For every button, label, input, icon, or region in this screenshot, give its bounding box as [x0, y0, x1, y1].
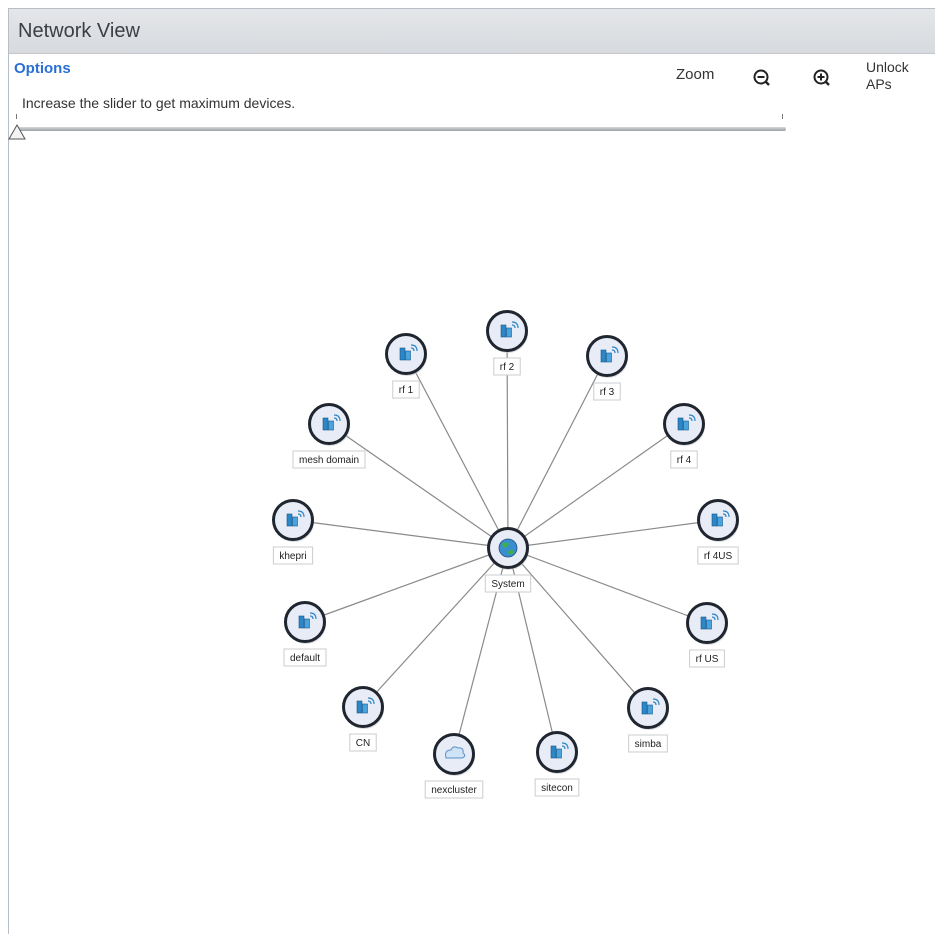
node-label: mesh domain [299, 455, 359, 466]
network-node-default[interactable]: default [283, 601, 327, 667]
node-label: rf 1 [399, 385, 414, 396]
node-label: sitecon [541, 783, 573, 794]
node-label: System [491, 579, 524, 590]
graph-edge [362, 547, 509, 708]
network-node-khepri[interactable]: khepri [272, 499, 314, 565]
graph-edge [507, 519, 719, 549]
network-node-nexcluster[interactable]: nexcluster [424, 733, 484, 799]
network-node-rf-3[interactable]: rf 3 [586, 335, 629, 401]
graph-edge [507, 547, 708, 624]
graph-edge [507, 547, 649, 709]
graph-edge [328, 423, 509, 549]
graph-edge [292, 519, 509, 549]
network-graph: rf 2 rf 3 rf 4 rf 4US rf US simba sitecon nexcl… [272, 310, 739, 799]
network-node-rf-1[interactable]: rf 1 [385, 333, 428, 399]
graph-edge [405, 353, 509, 549]
node-label: rf US [696, 654, 719, 665]
graph-edge [507, 355, 608, 549]
network-node-system[interactable]: System [484, 527, 532, 593]
node-label: simba [635, 739, 662, 750]
network-node-rf-4us[interactable]: rf 4US [697, 499, 739, 565]
network-node-rf-4[interactable]: rf 4 [663, 403, 706, 469]
node-label: rf 3 [600, 387, 615, 398]
network-node-cn[interactable]: CN [342, 686, 385, 752]
node-label: CN [356, 738, 370, 749]
network-node-simba[interactable]: simba [627, 687, 670, 753]
network-node-rf-us[interactable]: rf US [686, 602, 729, 668]
network-node-sitecon[interactable]: sitecon [534, 731, 580, 797]
node-label: nexcluster [431, 785, 477, 796]
node-label: rf 2 [500, 362, 515, 373]
graph-edge [304, 547, 509, 623]
network-node-rf-2[interactable]: rf 2 [486, 310, 529, 376]
node-label: khepri [279, 551, 306, 562]
node-label: rf 4 [677, 455, 692, 466]
graph-edge [507, 423, 685, 549]
network-node-mesh-domain[interactable]: mesh domain [292, 403, 366, 469]
globe-icon [498, 538, 518, 558]
node-label: default [290, 653, 320, 664]
node-label: rf 4US [704, 551, 733, 562]
